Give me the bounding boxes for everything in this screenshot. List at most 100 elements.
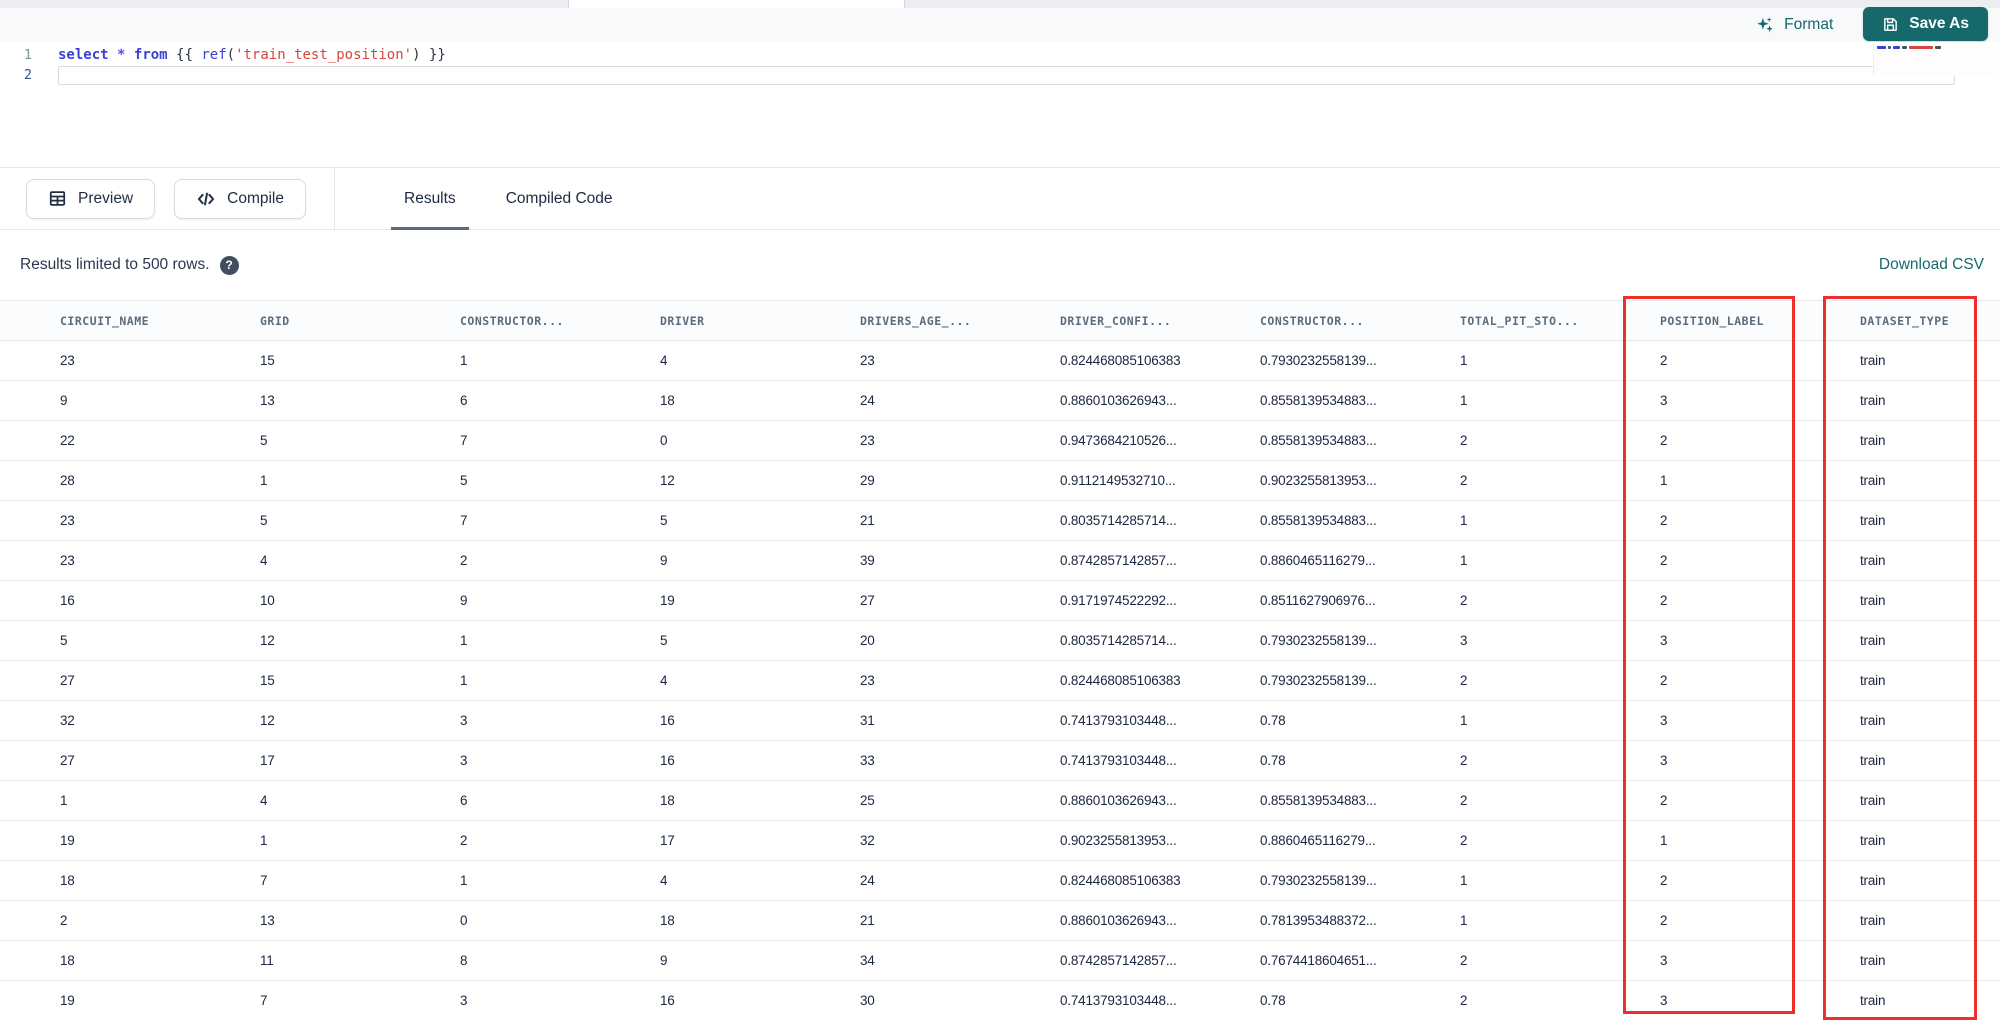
results-table-wrap: CIRCUIT_NAME GRID CONSTRUCTOR... DRIVER DRIV… bbox=[0, 296, 2000, 1020]
table-cell: 32 bbox=[0, 700, 200, 741]
table-cell: 1 bbox=[200, 460, 400, 501]
table-row: 27 15 1 4 23 0.824468085106383 0.7930232558139… bbox=[0, 660, 2000, 701]
table-cell: 15 bbox=[200, 340, 400, 381]
table-cell: 19 bbox=[0, 820, 200, 861]
table-row: 23 15 1 4 23 0.824468085106383 0.7930232558139… bbox=[0, 340, 2000, 381]
active-file-tab[interactable] bbox=[568, 0, 905, 8]
editor-minimap[interactable] bbox=[1874, 44, 1994, 76]
table-cell: 16 bbox=[0, 580, 200, 621]
table-row: 23 5 7 5 21 0.8035714285714... 0.8558139534883… bbox=[0, 500, 2000, 541]
table-cell: 2 bbox=[1600, 780, 1800, 821]
table-row: 5 12 1 5 20 0.8035714285714... 0.7930232558139… bbox=[0, 620, 2000, 661]
table-cell: 0.9023255813953... bbox=[1000, 820, 1200, 861]
editor-toolbar: Format Save As bbox=[0, 7, 2000, 42]
tab-results[interactable]: Results bbox=[379, 167, 481, 230]
compile-button[interactable]: Compile bbox=[174, 178, 306, 219]
table-cell: 1 bbox=[1400, 700, 1600, 741]
table-cell: 0.824468085106383 bbox=[1000, 860, 1200, 901]
sql-editor[interactable]: 1 select * from {{ ref('train_test_positi… bbox=[0, 42, 2000, 167]
table-cell: 4 bbox=[600, 340, 800, 381]
table-cell: 7 bbox=[200, 980, 400, 1020]
table-cell: train bbox=[1800, 940, 2000, 981]
table-row: 16 10 9 19 27 0.9171974522292... 0.85116279069… bbox=[0, 580, 2000, 621]
table-cell: train bbox=[1800, 580, 2000, 621]
preview-button[interactable]: Preview bbox=[26, 178, 156, 219]
table-cell: train bbox=[1800, 900, 2000, 941]
table-cell: 23 bbox=[800, 340, 1000, 381]
results-table-body: 23 15 1 4 23 0.824468085106383 0.7930232558139… bbox=[0, 340, 2000, 1020]
code-line[interactable]: 1 select * from {{ ref('train_test_positi… bbox=[0, 46, 2000, 66]
table-cell: 0 bbox=[600, 420, 800, 461]
table-cell: 0.8860103626943... bbox=[1000, 780, 1200, 821]
table-cell: 1 bbox=[1400, 340, 1600, 381]
code-text[interactable] bbox=[58, 66, 1955, 85]
code-line[interactable]: 2 bbox=[0, 66, 2000, 86]
table-cell: 5 bbox=[200, 500, 400, 541]
table-cell: 33 bbox=[800, 740, 1000, 781]
column-header: POSITION_LABEL bbox=[1600, 300, 1800, 341]
table-cell: 0.8860103626943... bbox=[1000, 900, 1200, 941]
table-cell: train bbox=[1800, 340, 2000, 381]
table-cell: 1 bbox=[400, 660, 600, 701]
table-cell: 12 bbox=[200, 700, 400, 741]
table-cell: 0.7930232558139... bbox=[1200, 860, 1400, 901]
table-cell: 32 bbox=[800, 820, 1000, 861]
table-cell: train bbox=[1800, 540, 2000, 581]
table-cell: 3 bbox=[400, 980, 600, 1020]
table-cell: 6 bbox=[400, 380, 600, 421]
tab-compiled-code[interactable]: Compiled Code bbox=[481, 167, 638, 230]
table-row: 2 13 0 18 21 0.8860103626943... 0.781395348837… bbox=[0, 900, 2000, 941]
column-header: CIRCUIT_NAME bbox=[0, 300, 200, 341]
table-cell: 2 bbox=[1400, 580, 1600, 621]
table-cell: 2 bbox=[1400, 820, 1600, 861]
table-cell: train bbox=[1800, 780, 2000, 821]
table-cell: 0.8860103626943... bbox=[1000, 380, 1200, 421]
table-cell: 18 bbox=[0, 860, 200, 901]
table-cell: 0.9473684210526... bbox=[1000, 420, 1200, 461]
table-cell: 0.7413793103448... bbox=[1000, 740, 1200, 781]
table-cell: 1 bbox=[1600, 820, 1800, 861]
table-cell: 0.8860465116279... bbox=[1200, 540, 1400, 581]
save-as-button[interactable]: Save As bbox=[1863, 7, 1988, 41]
table-cell: 19 bbox=[600, 580, 800, 621]
table-cell: 30 bbox=[800, 980, 1000, 1020]
table-cell: train bbox=[1800, 740, 2000, 781]
table-cell: 21 bbox=[800, 500, 1000, 541]
table-cell: 0.8511627906976... bbox=[1200, 580, 1400, 621]
table-cell: 2 bbox=[1400, 980, 1600, 1020]
table-cell: 2 bbox=[400, 820, 600, 861]
download-csv-link[interactable]: Download CSV bbox=[1879, 256, 1984, 274]
table-cell: 0.7813953488372... bbox=[1200, 900, 1400, 941]
table-cell: 0.7930232558139... bbox=[1200, 620, 1400, 661]
table-cell: 5 bbox=[200, 420, 400, 461]
table-row: 19 1 2 17 32 0.9023255813953... 0.886046511627… bbox=[0, 820, 2000, 861]
table-cell: 17 bbox=[200, 740, 400, 781]
table-cell: 9 bbox=[0, 380, 200, 421]
table-cell: 2 bbox=[1400, 420, 1600, 461]
table-cell: 9 bbox=[600, 540, 800, 581]
minimap-code-line bbox=[1874, 44, 1994, 49]
file-tab-strip[interactable] bbox=[0, 0, 2000, 8]
column-header: CONSTRUCTOR... bbox=[400, 300, 600, 341]
table-cell: train bbox=[1800, 420, 2000, 461]
table-row: 18 7 1 4 24 0.824468085106383 0.7930232558139.… bbox=[0, 860, 2000, 901]
table-cell: 29 bbox=[800, 460, 1000, 501]
help-icon[interactable]: ? bbox=[219, 255, 239, 275]
table-cell: 5 bbox=[0, 620, 200, 661]
format-button[interactable]: Format bbox=[1755, 15, 1833, 35]
table-cell: train bbox=[1800, 460, 2000, 501]
preview-label: Preview bbox=[78, 189, 134, 207]
table-cell: 2 bbox=[1600, 540, 1800, 581]
table-row: 28 1 5 12 29 0.9112149532710... 0.902325581395… bbox=[0, 460, 2000, 501]
table-cell: 0.7674418604651... bbox=[1200, 940, 1400, 981]
table-cell: 16 bbox=[600, 700, 800, 741]
table-cell: train bbox=[1800, 700, 2000, 741]
table-cell: 11 bbox=[200, 940, 400, 981]
column-header: TOTAL_PIT_STO... bbox=[1400, 300, 1600, 341]
code-text[interactable]: select * from {{ ref('train_test_positio… bbox=[40, 46, 2000, 66]
format-label: Format bbox=[1784, 16, 1834, 33]
result-tabs: Results Compiled Code bbox=[379, 167, 638, 230]
line-number: 1 bbox=[23, 47, 32, 63]
table-row: 27 17 3 16 33 0.7413793103448... 0.78 2 3 train bbox=[0, 740, 2000, 781]
table-cell: train bbox=[1800, 860, 2000, 901]
